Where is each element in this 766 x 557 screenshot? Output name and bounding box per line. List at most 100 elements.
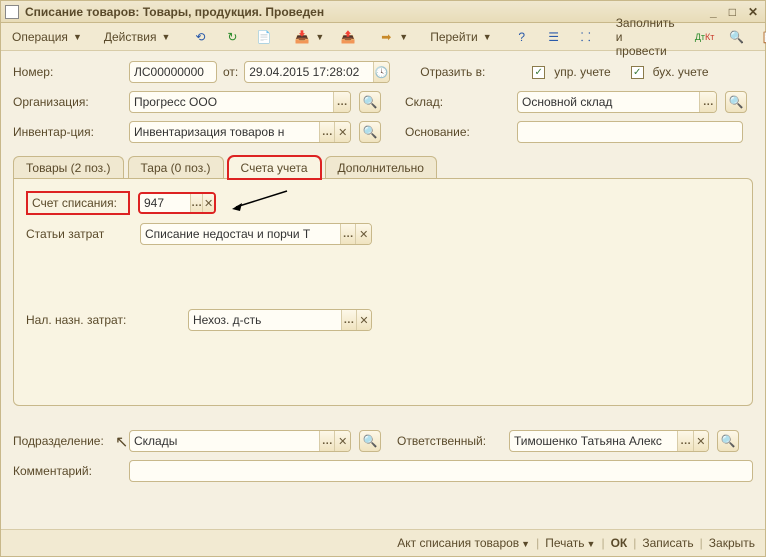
org-open-button[interactable]: 🔍 [359,91,381,113]
warehouse-open-button[interactable]: 🔍 [725,91,747,113]
tab-extra[interactable]: Дополнительно [325,156,437,179]
export-icon[interactable]: 📤 [333,26,363,48]
basis-label: Основание: [405,125,511,139]
date-field[interactable]: 🕓 [244,61,390,83]
post-icon[interactable]: ⟲ [185,26,215,48]
cost-items-input[interactable] [141,224,340,244]
window-title: Списание товаров: Товары, продукция. Про… [25,5,707,19]
maximize-button[interactable]: □ [726,5,739,19]
cost-items-field[interactable]: … ✕ [140,223,372,245]
org-select-button[interactable]: … [333,92,350,112]
close-button[interactable]: ✕ [745,5,761,19]
close-link[interactable]: Закрыть [709,536,755,550]
comment-field[interactable] [129,460,753,482]
content: Номер: от: 🕓 Отразить в: ✓ упр. учете ✓ … [1,51,765,529]
row-inventory: Инвентар-ция: … ✕ 🔍 Основание: [13,121,753,143]
minimize-button[interactable]: _ [707,5,720,19]
responsible-input[interactable] [510,431,677,451]
division-field[interactable]: … ✕ [129,430,351,452]
comment-input[interactable] [130,461,752,481]
cost-items-select-button[interactable]: … [340,224,356,244]
fill-icon[interactable]: 📥▼ [287,26,331,48]
print-link[interactable]: Печать▼ [545,536,595,550]
report-icon[interactable]: 📋 [754,26,766,48]
tab-panel-accounts: Счет списания: … ✕ Статьи затрат … ✕ [13,178,753,406]
responsible-select-button[interactable]: … [677,431,692,451]
cost-items-clear-button[interactable]: ✕ [355,224,371,244]
cost-items-label: Статьи затрат [26,227,134,241]
ok-button[interactable]: ОК [611,536,628,550]
responsible-open-button[interactable]: 🔍 [717,430,739,452]
basis-field[interactable] [517,121,743,143]
fill-and-post-button[interactable]: Заполнить и провести [609,26,682,48]
responsible-clear-button[interactable]: ✕ [693,431,708,451]
tab-accounts[interactable]: Счета учета [228,156,321,179]
save-button[interactable]: Записать [642,536,693,550]
division-label: Подразделение: [13,434,123,448]
tax-cost-clear-button[interactable]: ✕ [356,310,371,330]
search-icon[interactable]: 🔍 [722,26,752,48]
nav-icon[interactable]: ➡▼ [371,26,415,48]
number-input[interactable] [130,62,216,82]
tax-cost-label: Нал. назн. затрат: [26,313,182,327]
window-buttons: _ □ ✕ [707,5,761,19]
status-sep: | [536,536,539,550]
operation-label: Операция [12,30,68,44]
list-icon[interactable]: ☰ [539,26,569,48]
responsible-field[interactable]: … ✕ [509,430,709,452]
toolbar: Операция▼ Действия▼ ⟲ ↻ 📄 📥▼ 📤 ➡▼ Перейт… [1,23,765,51]
warehouse-field[interactable]: … [517,91,717,113]
division-clear-button[interactable]: ✕ [334,431,350,451]
goto-menu[interactable]: Перейти▼ [423,26,498,48]
refresh-icon[interactable]: ↻ [217,26,247,48]
row-org: Организация: … 🔍 Склад: … 🔍 [13,91,753,113]
act-link[interactable]: Акт списания товаров▼ [397,536,530,550]
tree-icon[interactable]: ⸬ [571,26,601,48]
org-input[interactable] [130,92,333,112]
date-label: от: [223,65,238,79]
reflect-label: Отразить в: [420,65,526,79]
writeoff-account-select-button[interactable]: … [190,193,202,213]
division-open-button[interactable]: 🔍 [359,430,381,452]
inventory-clear-button[interactable]: ✕ [334,122,350,142]
actions-menu[interactable]: Действия▼ [97,26,178,48]
date-input[interactable] [245,62,373,82]
inventory-field[interactable]: … ✕ [129,121,351,143]
inventory-open-button[interactable]: 🔍 [359,121,381,143]
operation-menu[interactable]: Операция▼ [5,26,89,48]
org-label: Организация: [13,95,123,109]
warehouse-select-button[interactable]: … [699,92,716,112]
tax-cost-select-button[interactable]: … [341,310,356,330]
row-cost-items: Статьи затрат … ✕ [26,223,740,245]
date-picker-button[interactable]: 🕓 [373,62,389,82]
tax-cost-field[interactable]: … ✕ [188,309,372,331]
status-sep: | [601,536,604,550]
basis-input[interactable] [518,122,742,142]
checkbox-upr[interactable]: ✓ [532,66,545,79]
writeoff-account-label: Счет списания: [26,191,130,215]
tax-cost-input[interactable] [189,310,341,330]
division-select-button[interactable]: … [319,431,335,451]
inventory-select-button[interactable]: … [319,122,335,142]
act-label: Акт списания товаров [397,536,519,550]
division-input[interactable] [130,431,319,451]
warehouse-input[interactable] [518,92,699,112]
org-field[interactable]: … [129,91,351,113]
window-icon [5,5,19,19]
inventory-input[interactable] [130,122,319,142]
tab-tara[interactable]: Тара (0 поз.) [128,156,224,179]
tab-goods[interactable]: Товары (2 поз.) [13,156,124,179]
doc-icon[interactable]: 📄 [249,26,279,48]
inventory-label: Инвентар-ция: [13,125,123,139]
writeoff-account-clear-button[interactable]: ✕ [202,193,214,213]
row-writeoff-account: Счет списания: … ✕ [26,191,740,215]
dtkt-icon[interactable]: ДтКт [690,26,720,48]
writeoff-account-input[interactable] [140,194,190,212]
actions-label: Действия [104,30,157,44]
number-field[interactable] [129,61,217,83]
row-division: Подразделение: … ✕ 🔍 Ответственный: … ✕ … [13,430,753,452]
help-icon[interactable]: ? [507,26,537,48]
status-bar: Акт списания товаров▼ | Печать▼ | ОК | З… [1,529,765,556]
checkbox-buh[interactable]: ✓ [631,66,644,79]
writeoff-account-field[interactable]: … ✕ [138,192,216,214]
